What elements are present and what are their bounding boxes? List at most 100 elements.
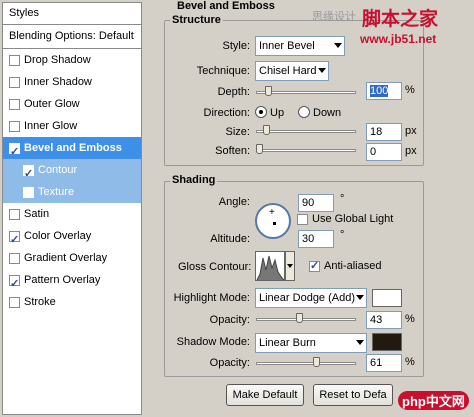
angle-input[interactable]: 90 [298, 194, 334, 212]
shadow-mode-label: Shadow Mode: [176, 336, 250, 348]
styles-title[interactable]: Styles [3, 3, 141, 25]
style-item-gradient-overlay[interactable]: Gradient Overlay [3, 247, 141, 269]
chevron-down-icon [356, 340, 364, 345]
size-unit: px [405, 125, 417, 137]
chevron-down-icon [356, 295, 364, 300]
technique-label: Technique: [196, 65, 250, 77]
style-item-stroke[interactable]: Stroke [3, 291, 141, 313]
soften-slider[interactable] [256, 149, 356, 152]
highlight-color-swatch[interactable] [372, 289, 402, 307]
watermark-url: www.jb51.net [360, 32, 437, 46]
soften-input[interactable]: 0 [366, 143, 402, 161]
style-checkbox[interactable] [9, 252, 20, 264]
direction-up-radio[interactable] [255, 106, 267, 118]
shadow-opacity-unit: % [405, 356, 415, 368]
shading-title: Shading [170, 174, 218, 186]
direction-up-label: Up [270, 107, 285, 119]
style-item-label: Contour [38, 164, 78, 176]
size-slider[interactable] [256, 130, 356, 133]
style-item-label: Inner Glow [24, 120, 78, 132]
chevron-down-icon [318, 68, 326, 73]
chevron-down-icon [334, 43, 342, 48]
angle-center-dot [273, 222, 276, 225]
bevel-emboss-title: Bevel and Emboss [175, 0, 277, 12]
style-checkbox[interactable] [9, 76, 20, 88]
shadow-color-swatch[interactable] [372, 333, 402, 351]
style-item-inner-shadow[interactable]: Inner Shadow [3, 71, 141, 93]
style-checkbox[interactable] [9, 120, 20, 132]
angle-unit: ° [340, 193, 345, 205]
make-default-button[interactable]: Make Default [226, 384, 304, 406]
soften-slider-thumb[interactable] [256, 144, 263, 154]
gloss-contour-dropdown[interactable] [285, 251, 295, 281]
direction-down-radio[interactable] [298, 106, 310, 118]
highlight-opacity-slider[interactable] [256, 318, 356, 321]
shadow-mode-select[interactable]: Linear Burn [255, 333, 367, 353]
highlight-opacity-label: Opacity: [209, 314, 250, 326]
angle-label: Angle: [218, 196, 250, 208]
highlight-mode-value: Linear Dodge (Add) [259, 292, 356, 304]
blending-options[interactable]: Blending Options: Default [3, 25, 141, 49]
style-checkbox[interactable] [9, 296, 20, 308]
anti-aliased-label: Anti-aliased [324, 260, 382, 272]
depth-slider-thumb[interactable] [265, 86, 273, 96]
structure-title: Structure [170, 14, 223, 26]
style-checkbox[interactable] [9, 98, 20, 110]
style-checkbox[interactable] [9, 273, 20, 295]
size-input[interactable]: 18 [366, 123, 402, 141]
altitude-input[interactable]: 30 [298, 230, 334, 248]
style-item-color-overlay[interactable]: Color Overlay [3, 225, 141, 251]
style-item-label: Outer Glow [24, 98, 80, 110]
soften-label: Soften: [215, 145, 250, 157]
shadow-opacity-slider[interactable] [256, 362, 356, 365]
highlight-opacity-input[interactable]: 43 [366, 311, 402, 329]
depth-unit: % [405, 84, 415, 96]
technique-select[interactable]: Chisel Hard [255, 61, 329, 81]
depth-input[interactable]: 100 [366, 82, 402, 100]
style-item-drop-shadow[interactable]: Drop Shadow [3, 49, 141, 71]
style-checkbox[interactable] [9, 54, 20, 66]
direction-label: Direction: [203, 107, 250, 119]
altitude-unit: ° [340, 229, 345, 241]
style-item-label: Satin [24, 208, 50, 220]
watermark-brand: 脚本之家 [362, 9, 439, 30]
style-item-bevel-and-emboss[interactable]: Bevel and Emboss [3, 137, 141, 163]
highlight-opacity-unit: % [405, 313, 415, 325]
style-item-pattern-overlay[interactable]: Pattern Overlay [3, 269, 141, 295]
watermark-php: php中文网 [398, 391, 469, 410]
style-item-contour[interactable]: Contour [3, 159, 141, 185]
style-item-label: Stroke [24, 296, 56, 308]
shadow-opacity-slider-thumb[interactable] [312, 357, 320, 367]
soften-unit: px [405, 145, 417, 157]
style-item-outer-glow[interactable]: Outer Glow [3, 93, 141, 115]
gloss-contour-preview[interactable] [255, 251, 285, 281]
style-item-label: Gradient Overlay [24, 252, 108, 264]
watermark-top: 思缘设计 [312, 11, 356, 23]
size-slider-thumb[interactable] [262, 125, 270, 135]
highlight-mode-label: Highlight Mode: [173, 292, 250, 304]
altitude-label: Altitude: [210, 233, 250, 245]
angle-dial[interactable]: + [255, 203, 291, 239]
style-checkbox[interactable] [23, 186, 34, 198]
contour-curve-icon [256, 255, 284, 280]
anti-aliased-checkbox[interactable] [309, 259, 320, 272]
direction-down-label: Down [313, 107, 342, 119]
style-checkbox[interactable] [23, 163, 34, 185]
shadow-opacity-input[interactable]: 61 [366, 354, 402, 372]
depth-value: 100 [370, 85, 389, 97]
reset-default-button[interactable]: Reset to Defa [313, 384, 393, 406]
global-light-checkbox[interactable] [297, 214, 308, 225]
highlight-opacity-slider-thumb[interactable] [295, 313, 303, 323]
style-checkbox[interactable] [9, 229, 20, 251]
style-item-label: Pattern Overlay [24, 274, 101, 286]
style-checkbox[interactable] [9, 208, 20, 220]
shadow-mode-value: Linear Burn [259, 337, 316, 349]
style-item-label: Color Overlay [24, 230, 92, 242]
styles-panel: Styles Blending Options: Default Drop Sh… [2, 2, 142, 415]
style-select[interactable]: Inner Bevel [255, 36, 345, 56]
highlight-mode-select[interactable]: Linear Dodge (Add) [255, 288, 367, 308]
style-checkbox[interactable] [9, 141, 20, 163]
style-item-inner-glow[interactable]: Inner Glow [3, 115, 141, 137]
crosshair-icon: + [269, 207, 275, 218]
style-item-satin[interactable]: Satin [3, 203, 141, 225]
